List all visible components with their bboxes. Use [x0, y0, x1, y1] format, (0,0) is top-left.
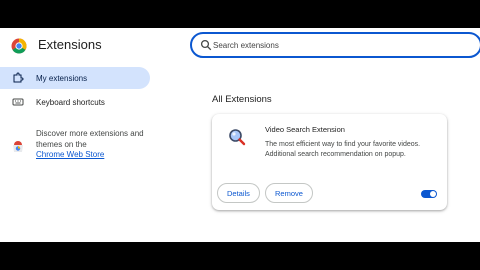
extension-description: The most efficient way to find your favo…	[265, 141, 421, 158]
details-button[interactable]: Details	[217, 183, 260, 203]
remove-button[interactable]: Remove	[265, 183, 313, 203]
sidebar-item-label: My extensions	[36, 73, 88, 83]
sidebar-item-keyboard-shortcuts[interactable]: Keyboard shortcuts	[0, 91, 150, 113]
search-bar[interactable]	[190, 32, 480, 58]
sidebar-item-label: Keyboard shortcuts	[36, 97, 105, 107]
chrome-logo-icon	[11, 38, 27, 54]
extension-name: Video Search Extension	[265, 125, 345, 134]
sidebar-item-my-extensions[interactable]: My extensions	[0, 67, 150, 89]
web-store-icon	[13, 141, 23, 152]
search-input[interactable]	[213, 37, 453, 53]
page-title: Extensions	[38, 37, 102, 52]
extension-card: Video Search Extension The most efficien…	[212, 114, 447, 210]
extension-enable-toggle[interactable]	[421, 190, 437, 198]
section-title: All Extensions	[212, 94, 272, 105]
toggle-knob	[430, 191, 436, 197]
extensions-page: Extensions My extensions Keyboard shortc…	[0, 28, 480, 242]
discover-text: Discover more extensions and themes on t…	[36, 129, 144, 149]
search-icon	[200, 39, 212, 51]
discover-promo: Discover more extensions and themes on t…	[12, 129, 152, 161]
magnifier-icon	[229, 129, 246, 146]
chrome-web-store-link[interactable]: Chrome Web Store	[36, 150, 104, 159]
keyboard-icon	[12, 98, 24, 106]
puzzle-icon	[13, 72, 24, 83]
